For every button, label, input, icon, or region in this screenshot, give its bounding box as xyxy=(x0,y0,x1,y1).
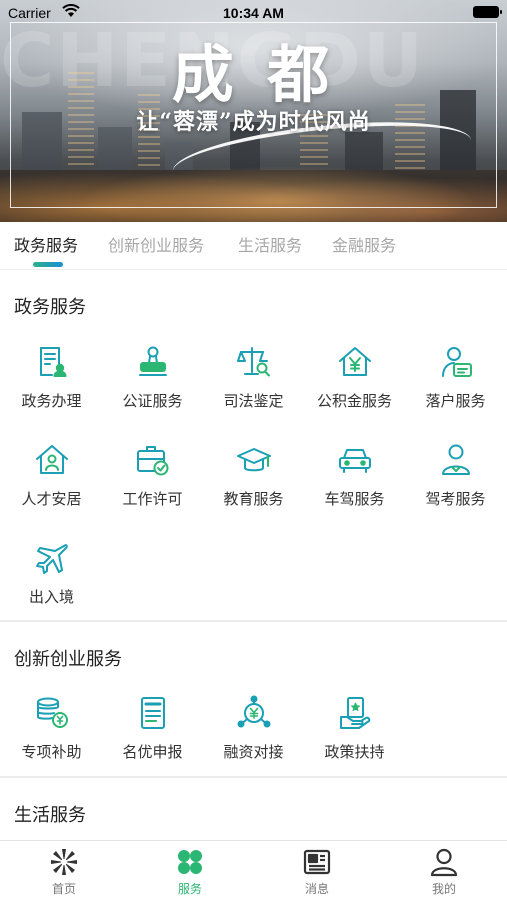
graduation-cap-icon xyxy=(236,442,272,478)
service-label: 出入境 xyxy=(28,588,74,606)
service-label: 融资对接 xyxy=(223,743,284,761)
coins-icon xyxy=(34,695,70,731)
section-divider xyxy=(0,620,507,622)
scales-search-icon xyxy=(236,344,272,380)
section-divider xyxy=(0,776,507,778)
nav-label: 消息 xyxy=(304,882,329,896)
category-tabs: 政务服务 创新创业服务 生活服务 金融服务 xyxy=(0,222,507,270)
hero-banner[interactable]: CHENGDU 成 都 让“蓉漂”成为时代风尚 xyxy=(0,0,507,222)
section-title-government: 政务服务 xyxy=(14,297,86,318)
service-label: 政务办理 xyxy=(21,392,82,410)
nav-services[interactable]: 服务 xyxy=(127,847,253,897)
service-label: 名优申报 xyxy=(122,743,183,761)
house-person-icon xyxy=(34,442,70,478)
service-item-entry-exit[interactable]: 出入境 xyxy=(1,540,102,607)
service-label: 公积金服务 xyxy=(316,392,392,410)
service-label: 车驾服务 xyxy=(324,490,385,508)
service-label: 落户服务 xyxy=(425,392,486,410)
clover-grid-icon xyxy=(175,847,205,877)
section-title-innovation: 创新创业服务 xyxy=(14,649,122,670)
service-item-education[interactable]: 教育服务 xyxy=(203,442,304,509)
service-item-judicial-appraisal[interactable]: 司法鉴定 xyxy=(203,344,304,411)
service-item-government-affairs[interactable]: 政务办理 xyxy=(1,344,102,411)
service-item-notary[interactable]: 公证服务 xyxy=(102,344,203,411)
nav-label: 我的 xyxy=(431,882,456,896)
hand-document-icon xyxy=(337,695,373,731)
stamp-icon xyxy=(135,344,171,380)
service-item-financing-match[interactable]: 融资对接 xyxy=(203,695,304,762)
service-label: 驾考服务 xyxy=(425,490,486,508)
service-item-policy-support[interactable]: 政策扶持 xyxy=(304,695,405,762)
service-item-vehicle[interactable]: 车驾服务 xyxy=(304,442,405,509)
section-title-life: 生活服务 xyxy=(14,805,86,826)
status-bar: Carrier 10:34 AM xyxy=(0,0,507,26)
tab-active-indicator xyxy=(33,262,63,267)
tab-government-services[interactable]: 政务服务 xyxy=(14,232,78,256)
service-item-driving-test[interactable]: 驾考服务 xyxy=(405,442,506,509)
nav-label: 首页 xyxy=(51,882,76,896)
document-user-icon xyxy=(34,344,70,380)
tab-innovation-services[interactable]: 创新创业服务 xyxy=(108,232,204,256)
service-label: 政策扶持 xyxy=(324,743,385,761)
service-item-housing-fund[interactable]: 公积金服务 xyxy=(304,344,405,411)
service-item-work-permit[interactable]: 工作许可 xyxy=(102,442,203,509)
service-label: 人才安居 xyxy=(21,490,82,508)
service-label: 教育服务 xyxy=(223,490,284,508)
service-label: 公证服务 xyxy=(122,392,183,410)
service-item-quality-declaration[interactable]: 名优申报 xyxy=(102,695,203,762)
service-item-special-subsidy[interactable]: 专项补助 xyxy=(1,695,102,762)
nav-label: 服务 xyxy=(177,882,202,896)
user-icon xyxy=(429,847,459,877)
banner-slogan: 让“蓉漂”成为时代风尚 xyxy=(136,109,371,135)
status-time: 10:34 AM xyxy=(223,5,284,21)
banner-title: 成 都 xyxy=(171,38,336,111)
newspaper-icon xyxy=(302,847,332,877)
house-yuan-icon xyxy=(337,344,373,380)
nav-messages[interactable]: 消息 xyxy=(254,847,380,897)
home-pinwheel-icon xyxy=(49,847,79,877)
battery-icon xyxy=(473,6,502,18)
service-item-talent-housing[interactable]: 人才安居 xyxy=(1,442,102,509)
tab-life-services[interactable]: 生活服务 xyxy=(238,232,302,256)
service-label: 工作许可 xyxy=(122,490,183,508)
certificate-icon xyxy=(135,695,171,731)
airplane-icon xyxy=(34,540,70,576)
service-item-household-registration[interactable]: 落户服务 xyxy=(405,344,506,411)
nav-profile[interactable]: 我的 xyxy=(381,847,507,897)
briefcase-check-icon xyxy=(135,442,171,478)
tab-finance-services[interactable]: 金融服务 xyxy=(332,232,396,256)
bottom-tab-bar: 首页 服务 消息 我的 xyxy=(0,840,507,900)
nav-home[interactable]: 首页 xyxy=(1,847,127,897)
service-label: 专项补助 xyxy=(21,743,82,761)
car-icon xyxy=(337,442,373,478)
user-badge-icon xyxy=(438,442,474,478)
person-card-icon xyxy=(438,344,474,380)
service-label: 司法鉴定 xyxy=(223,392,284,410)
money-network-icon xyxy=(236,695,272,731)
